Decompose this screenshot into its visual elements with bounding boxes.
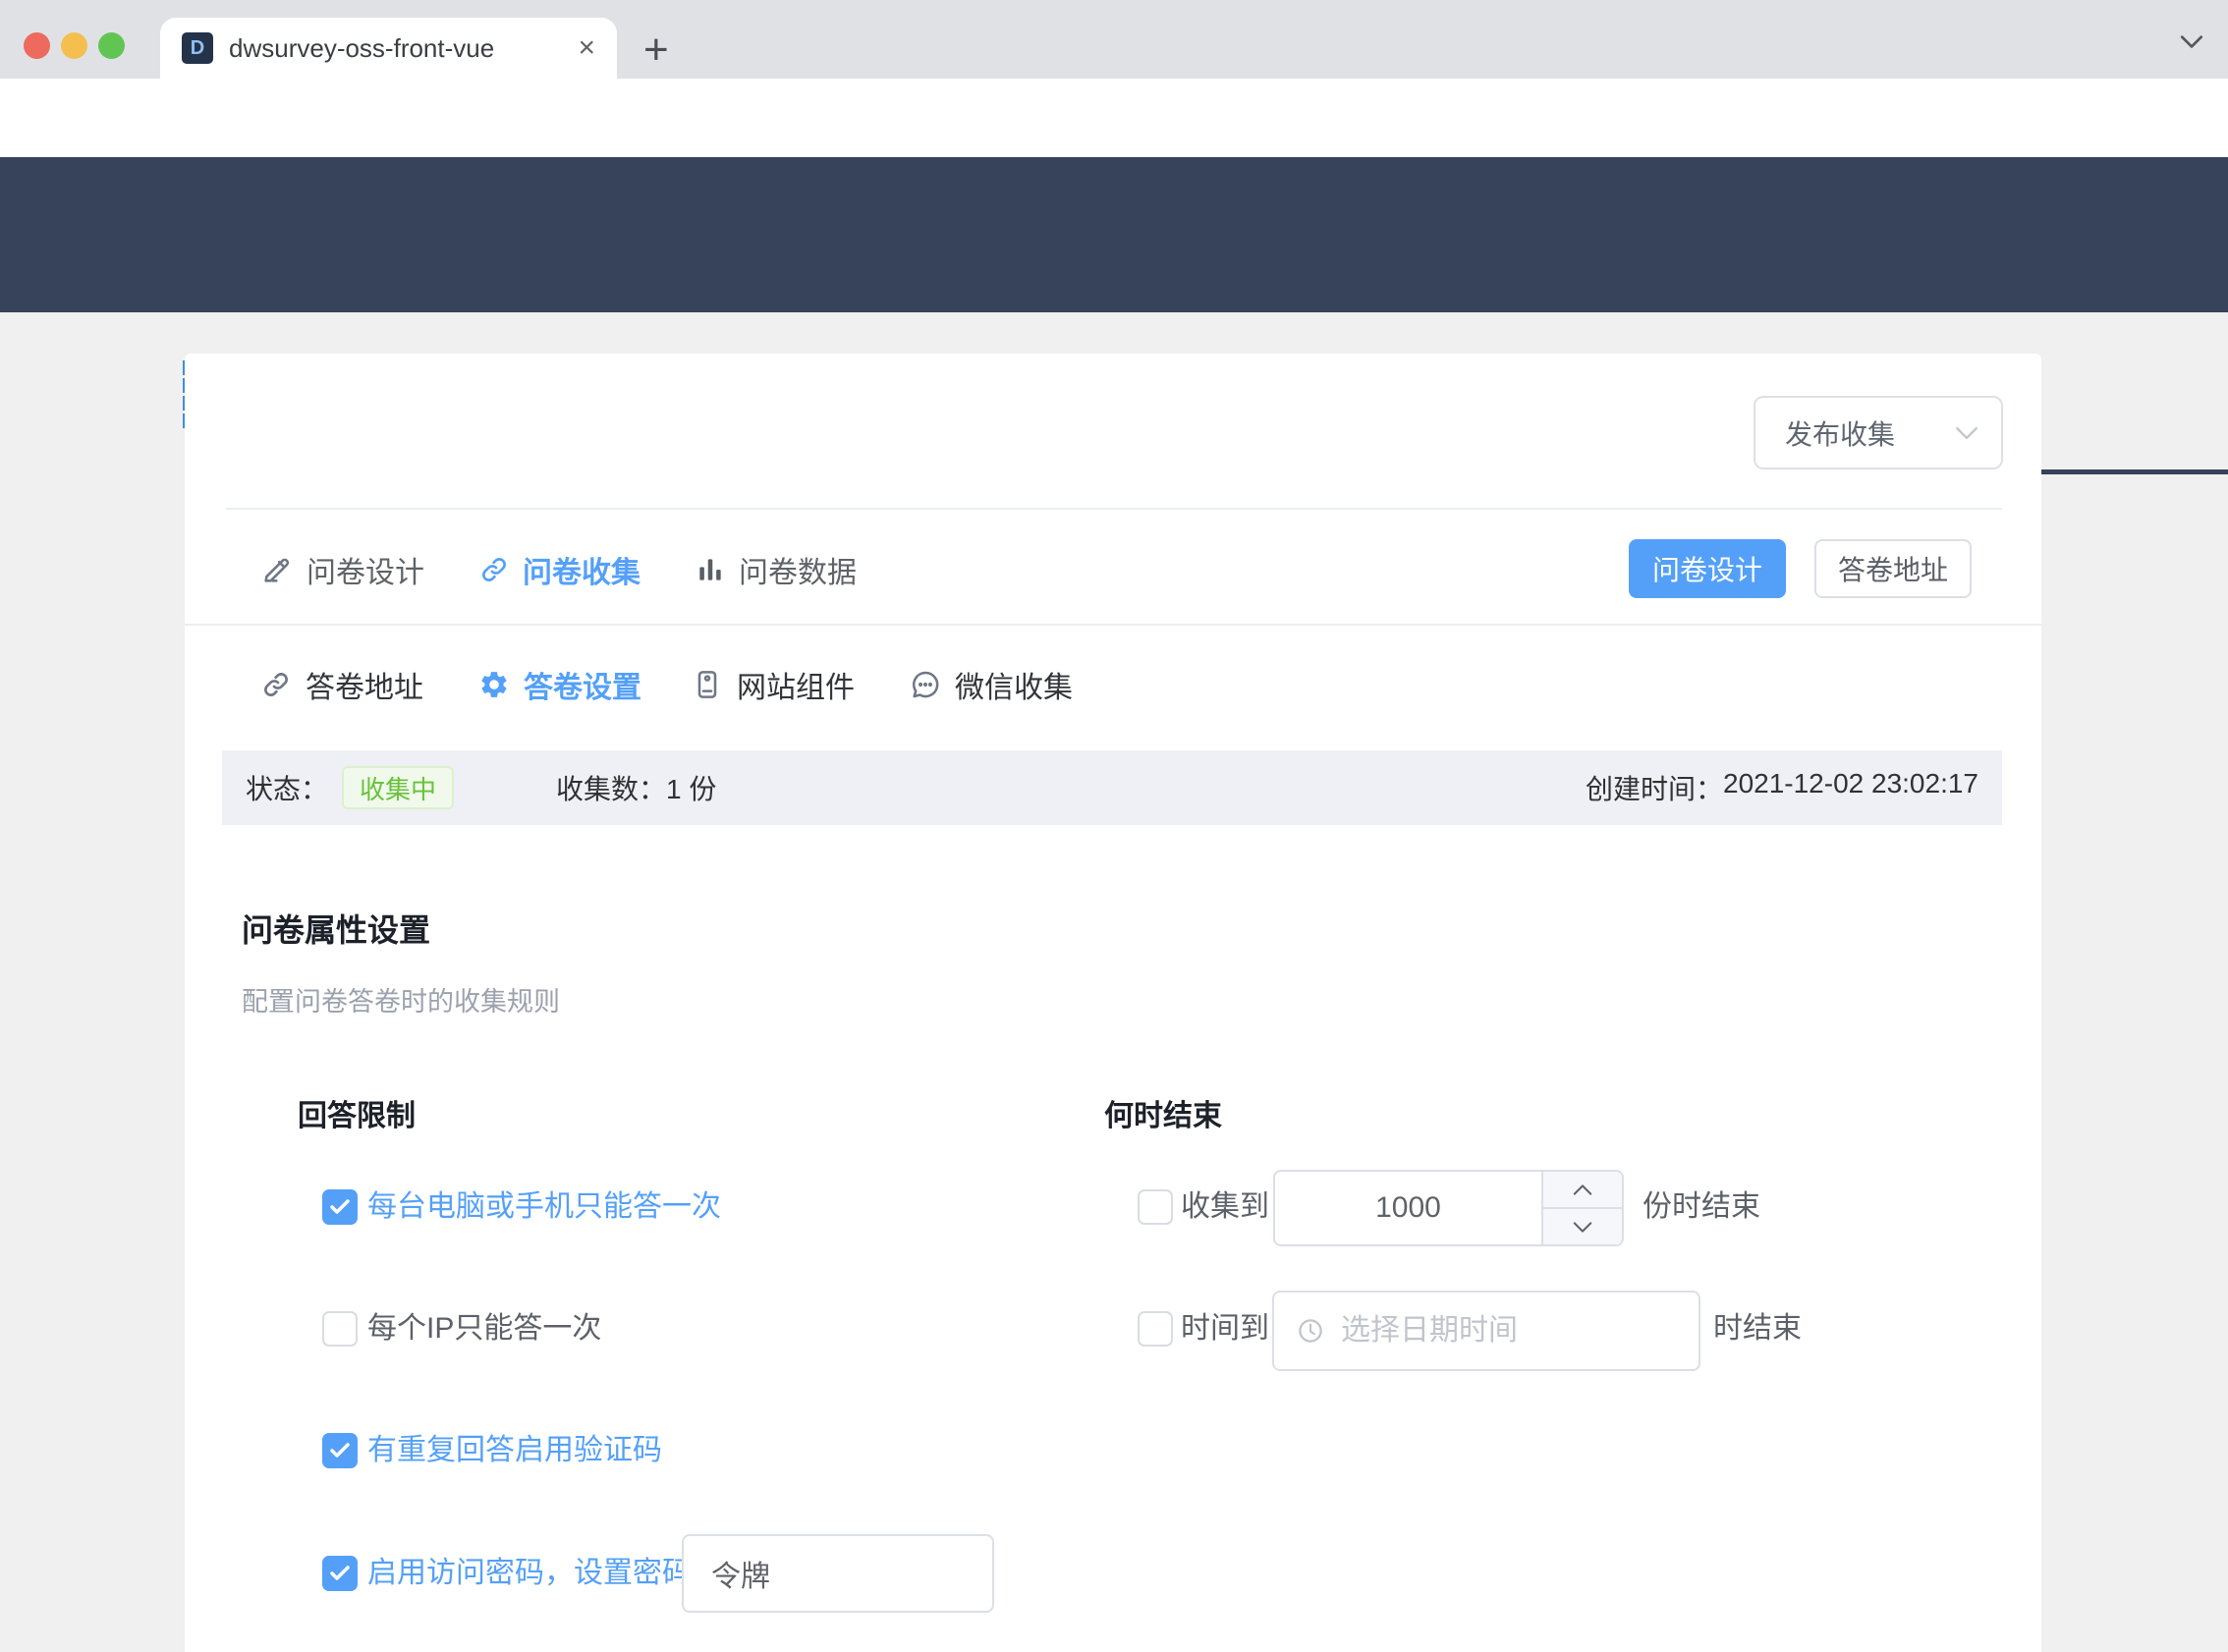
- password-input[interactable]: [682, 1534, 994, 1613]
- checkbox-collect-to[interactable]: [1138, 1189, 1173, 1225]
- checkbox-captcha-on-repeat[interactable]: [322, 1433, 358, 1468]
- survey-card: aweee 发布收集 问卷设计 问卷收集 问卷数据 问卷设计 答卷地址 答卷地址: [185, 354, 2041, 1652]
- tab-survey-data[interactable]: 问卷数据: [695, 546, 857, 593]
- link-icon: [260, 669, 292, 700]
- collect-suffix-label: 份时结束: [1643, 1188, 1760, 1226]
- checkbox-one-per-device[interactable]: [322, 1189, 358, 1225]
- time-suffix-label: 时结束: [1713, 1310, 1802, 1348]
- created-label: 创建时间：: [1586, 768, 1723, 807]
- tab-survey-design[interactable]: 问卷设计: [260, 546, 424, 593]
- section-title: 问卷属性设置: [242, 906, 430, 951]
- tab-label: 答卷设置: [524, 663, 641, 706]
- link-icon: [478, 554, 510, 585]
- check-icon: [328, 1562, 352, 1585]
- pencil-icon: [260, 553, 294, 586]
- answer-limit-heading: 回答限制: [298, 1091, 416, 1134]
- survey-design-button[interactable]: 问卷设计: [1629, 539, 1786, 598]
- tab-search-chevron-icon[interactable]: [2179, 33, 2204, 49]
- option-time-to[interactable]: 时间到: [1181, 1310, 1269, 1348]
- chevron-down-icon: [1954, 425, 1979, 441]
- tab-answer-url[interactable]: 答卷地址: [260, 659, 423, 710]
- divider: [226, 508, 2002, 510]
- end-datetime-input[interactable]: [1341, 1314, 1636, 1348]
- status-bar: 状态： 收集中 收集数： 1 份 创建时间： 2021-12-02 23:02:…: [222, 750, 2002, 825]
- check-icon: [328, 1439, 352, 1462]
- tab-label: 网站组件: [737, 663, 855, 706]
- option-one-per-ip[interactable]: 每个IP只能答一次: [367, 1310, 601, 1348]
- checkbox-access-password[interactable]: [322, 1556, 358, 1591]
- bar-chart-icon: [695, 554, 726, 585]
- end-datetime-picker[interactable]: [1272, 1291, 1700, 1371]
- tab-close-icon[interactable]: ×: [578, 33, 595, 63]
- checkbox-one-per-ip[interactable]: [322, 1311, 358, 1347]
- stepper-increase-button[interactable]: [1543, 1172, 1622, 1209]
- tab-label: 微信收集: [955, 663, 1073, 706]
- divider: [185, 624, 2041, 626]
- tab-label: 问卷收集: [523, 548, 641, 591]
- tab-answer-settings[interactable]: 答卷设置: [478, 659, 641, 710]
- tab-label: 问卷数据: [739, 548, 857, 591]
- browser-tab[interactable]: D dwsurvey-oss-front-vue ×: [160, 18, 617, 79]
- gear-icon: [478, 669, 510, 700]
- new-tab-button[interactable]: +: [643, 26, 669, 75]
- count-value: 1 份: [666, 768, 716, 807]
- check-icon: [328, 1195, 352, 1219]
- tab-wechat-collect[interactable]: 微信收集: [910, 659, 1073, 710]
- option-one-per-device[interactable]: 每台电脑或手机只能答一次: [367, 1188, 721, 1226]
- count-label: 收集数：: [556, 768, 666, 807]
- checkbox-time-to[interactable]: [1138, 1311, 1173, 1347]
- tab-survey-collect[interactable]: 问卷收集: [478, 546, 641, 593]
- tab-label: 答卷地址: [306, 663, 423, 706]
- section-subtitle: 配置问卷答卷时的收集规则: [242, 980, 560, 1019]
- collect-count-stepper: [1273, 1170, 1624, 1246]
- browser-toolbar: localhost:8083/#/dw/survey/c/attr/c98fa1…: [0, 79, 2228, 157]
- clock-icon: [1296, 1316, 1325, 1346]
- created-value: 2021-12-02 23:02:17: [1723, 768, 1978, 807]
- chat-bubble-icon: [910, 669, 941, 700]
- traffic-light-close[interactable]: [24, 32, 50, 59]
- status-label: 状态：: [246, 768, 328, 807]
- app-navbar: DIAOWEN 调问 OSS 我的问卷 个人中心 用户管理 service@di…: [0, 157, 2228, 312]
- favicon-icon: D: [182, 32, 213, 64]
- publish-collect-select[interactable]: 发布收集: [1754, 396, 2003, 469]
- tab-label: 问卷设计: [306, 548, 424, 591]
- widget-icon: [692, 669, 723, 700]
- option-captcha-on-repeat[interactable]: 有重复回答启用验证码: [367, 1432, 662, 1469]
- option-collect-to[interactable]: 收集到: [1181, 1188, 1269, 1226]
- collect-count-input[interactable]: [1275, 1172, 1541, 1244]
- option-access-password[interactable]: 启用访问密码，设置密码: [367, 1555, 692, 1592]
- traffic-light-zoom[interactable]: [98, 32, 125, 59]
- stepper-decrease-button[interactable]: [1543, 1209, 1622, 1244]
- status-badge: 收集中: [342, 766, 454, 809]
- answer-url-button[interactable]: 答卷地址: [1814, 539, 1972, 598]
- publish-collect-label: 发布收集: [1785, 413, 1895, 453]
- chevron-down-icon: [1572, 1221, 1593, 1234]
- end-condition-heading: 何时结束: [1104, 1091, 1222, 1134]
- tab-website-widget[interactable]: 网站组件: [692, 659, 855, 710]
- browser-tab-strip: D dwsurvey-oss-front-vue × +: [0, 0, 2228, 79]
- tab-title: dwsurvey-oss-front-vue: [229, 33, 568, 64]
- chevron-up-icon: [1572, 1184, 1593, 1196]
- traffic-light-minimize[interactable]: [61, 32, 87, 59]
